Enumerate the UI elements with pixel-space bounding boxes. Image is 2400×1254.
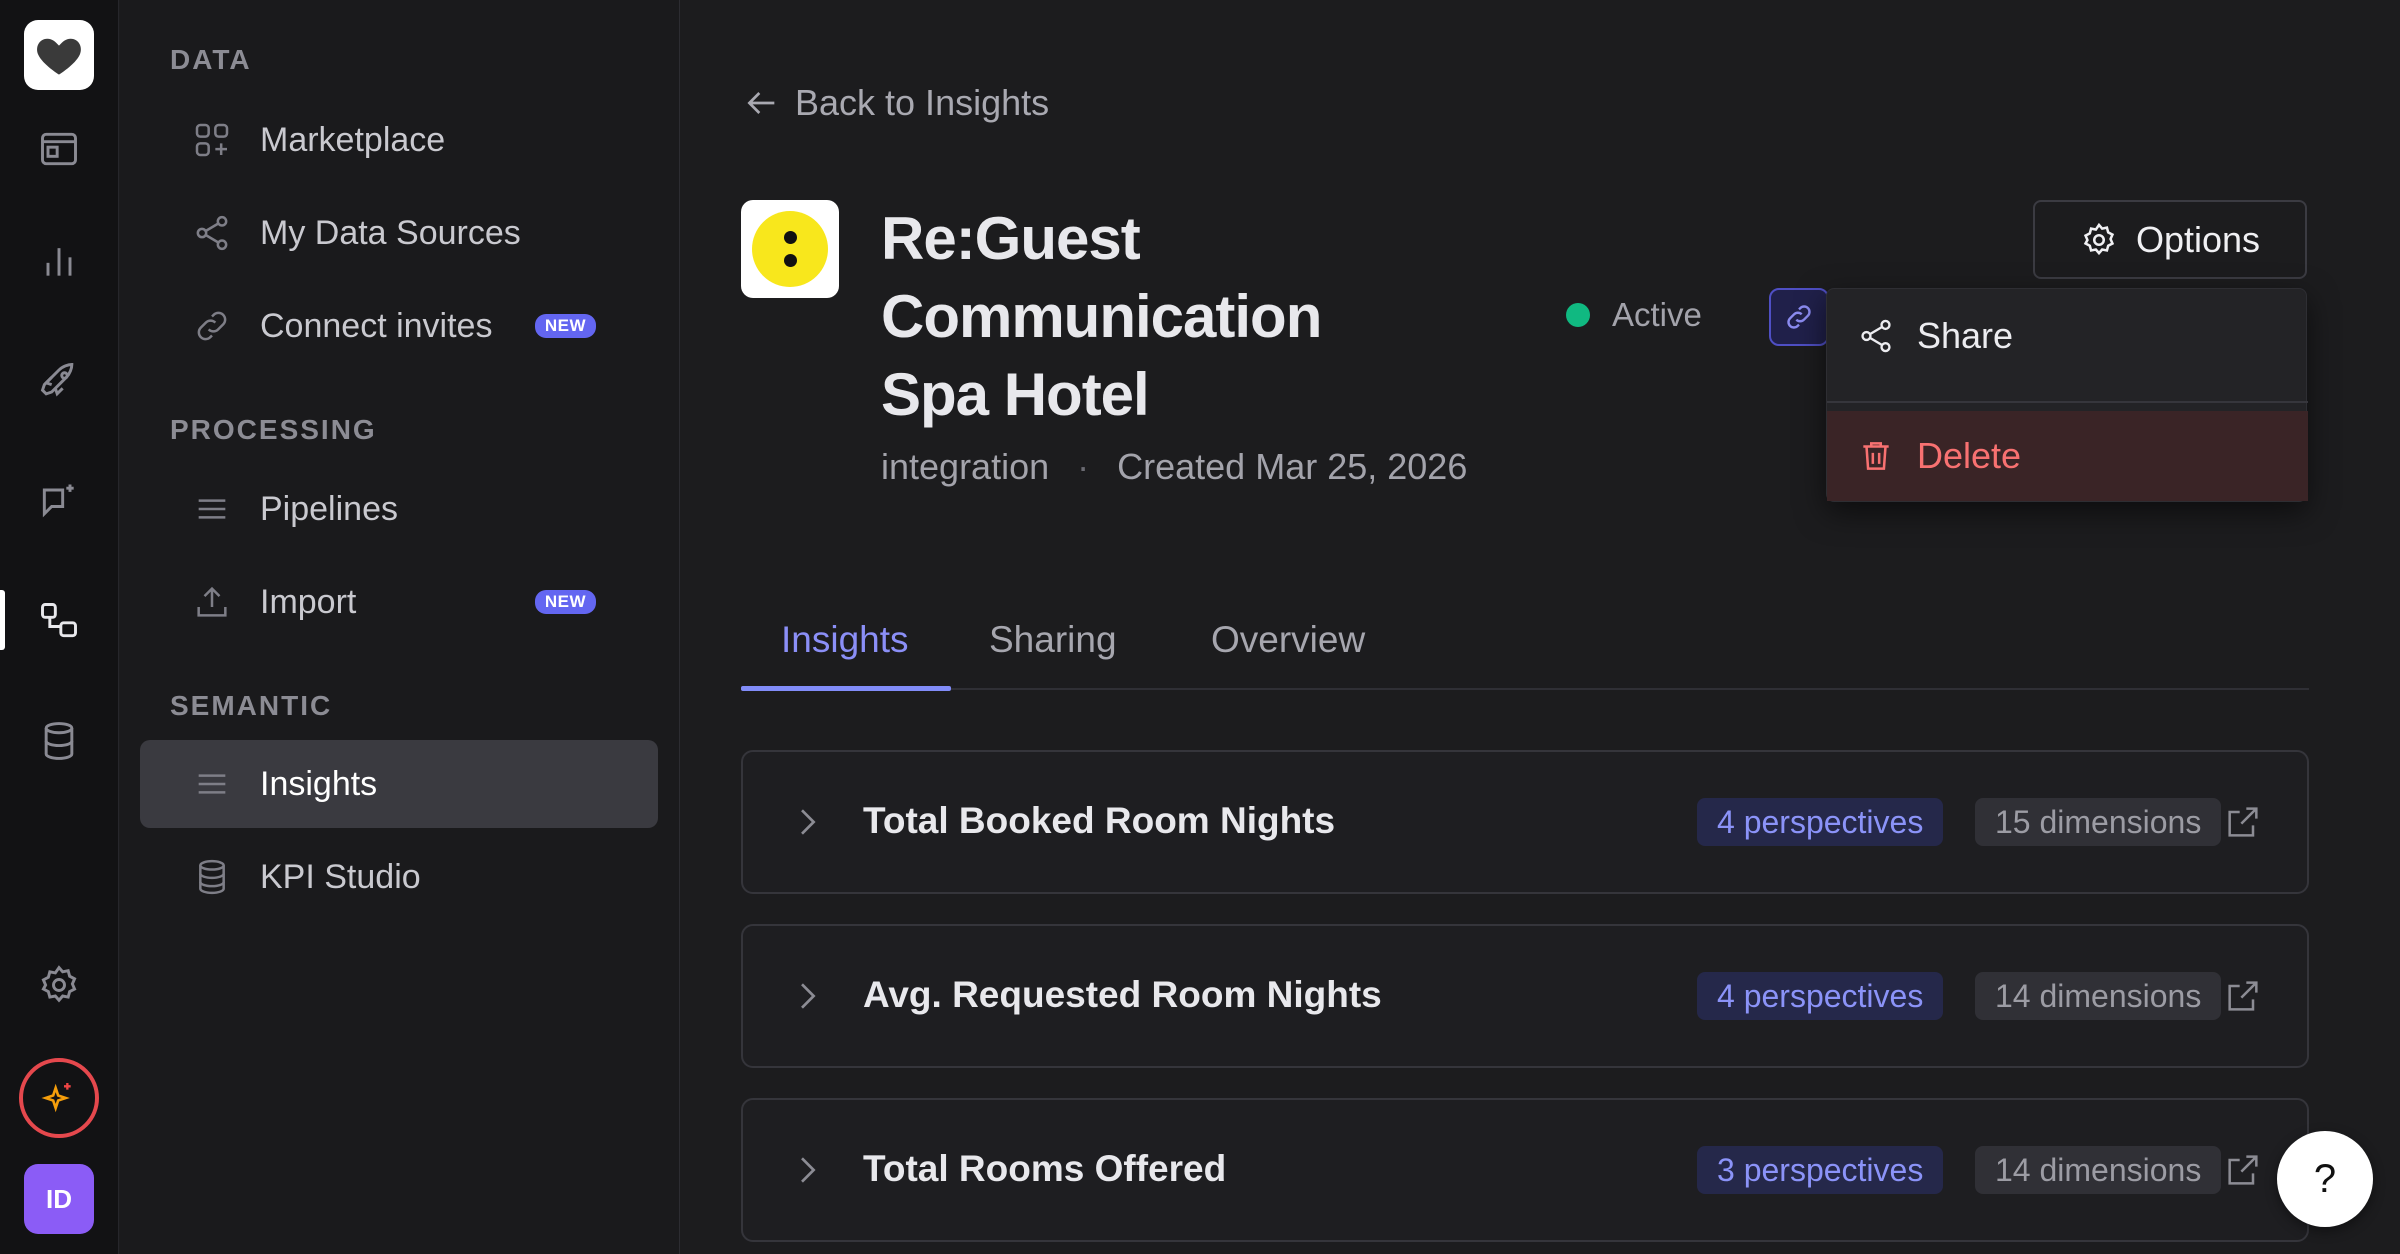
meta-separator: · xyxy=(1077,446,1090,487)
menu-item-label: Delete xyxy=(1917,435,2022,476)
tab-overview[interactable]: Overview xyxy=(1171,590,1405,690)
options-label: Options xyxy=(2135,218,2261,260)
options-button[interactable]: Options xyxy=(2033,200,2307,279)
dimensions-badge: 15 dimensions xyxy=(1975,798,2222,846)
gear-icon[interactable] xyxy=(20,946,98,1024)
insight-title: Total Rooms Offered xyxy=(863,1148,1227,1189)
options-dropdown-menu: Share Delete xyxy=(1826,288,2308,502)
nav-item-label: Insights xyxy=(260,764,378,803)
nav-item-label: Connect invites xyxy=(260,306,493,345)
lines-icon xyxy=(192,489,232,529)
trash-icon xyxy=(1863,442,1889,470)
nav-item-label: My Data Sources xyxy=(260,213,521,252)
tab-label: Overview xyxy=(1211,619,1366,660)
nav-item-label: Marketplace xyxy=(260,120,446,159)
menu-divider xyxy=(1827,401,2308,403)
menu-item-share[interactable]: Share xyxy=(1827,289,2308,383)
nav-item-my-data-sources[interactable]: My Data Sources xyxy=(140,189,658,277)
new-badge: NEW xyxy=(534,314,596,338)
nav-item-marketplace[interactable]: Marketplace xyxy=(140,96,658,184)
entity-created: Created Mar 25, 2026 xyxy=(1117,446,1468,487)
external-link-icon[interactable] xyxy=(2223,1150,2263,1190)
back-to-insights-link[interactable]: Back to Insights xyxy=(741,82,1049,124)
share-nodes-icon xyxy=(1861,319,1891,353)
grid-plus-icon xyxy=(192,120,232,160)
insight-card[interactable]: Avg. Requested Room Nights 4 perspective… xyxy=(741,924,2309,1068)
insight-title: Avg. Requested Room Nights xyxy=(863,974,1382,1015)
avatar[interactable]: ID xyxy=(24,1164,94,1234)
rail-active-indicator xyxy=(0,590,5,650)
upload-icon xyxy=(192,582,232,622)
perspectives-badge: 4 perspectives xyxy=(1697,798,1944,846)
status-label: Active xyxy=(1612,296,1702,333)
external-link-icon[interactable] xyxy=(2223,802,2263,842)
heart-logo-icon[interactable] xyxy=(24,20,94,90)
window-icon[interactable] xyxy=(20,110,98,188)
bar-chart-icon[interactable] xyxy=(20,222,98,300)
nav-section-semantic: SEMANTIC xyxy=(170,690,333,721)
nav-item-kpi-studio[interactable]: KPI Studio xyxy=(140,833,658,921)
insight-title: Total Booked Room Nights xyxy=(863,800,1336,841)
tab-insights[interactable]: Insights xyxy=(741,590,949,690)
dimensions-badge: 14 dimensions xyxy=(1975,1146,2222,1194)
icon-rail: ID xyxy=(0,0,119,1254)
tab-sharing[interactable]: Sharing xyxy=(949,590,1157,690)
tab-bar: Insights Sharing Overview xyxy=(741,590,2309,691)
entity-logo xyxy=(741,200,839,298)
share-nodes-icon xyxy=(192,213,232,253)
nav-item-connect-invites[interactable]: Connect invites NEW xyxy=(140,282,658,370)
database-icon xyxy=(192,857,232,897)
perspectives-badge: 3 perspectives xyxy=(1697,1146,1944,1194)
chevron-right-icon[interactable] xyxy=(787,976,827,1016)
nav-panel: DATA Marketplace My Data Sources Connect… xyxy=(120,0,680,1254)
chevron-right-icon[interactable] xyxy=(787,802,827,842)
database-icon[interactable] xyxy=(20,702,98,780)
link-icon xyxy=(192,306,232,346)
insight-card[interactable]: Total Rooms Offered 3 perspectives 14 di… xyxy=(741,1098,2309,1242)
tab-label: Insights xyxy=(781,619,909,660)
status-dot-icon xyxy=(1566,303,1590,327)
chat-sparkle-icon[interactable] xyxy=(20,462,98,540)
back-link-label: Back to Insights xyxy=(795,82,1050,123)
ai-assistant-button[interactable] xyxy=(19,1058,99,1138)
nav-item-label: Import xyxy=(260,582,357,621)
nav-item-insights[interactable]: Insights xyxy=(140,740,658,828)
menu-item-label: Share xyxy=(1917,315,2014,356)
arrow-left-icon xyxy=(747,92,775,114)
insight-card[interactable]: Total Booked Room Nights 4 perspectives … xyxy=(741,750,2309,894)
rocket-icon[interactable] xyxy=(20,342,98,420)
nav-section-data: DATA xyxy=(170,44,252,75)
nav-item-label: KPI Studio xyxy=(260,857,421,896)
page-title: Re:Guest Communication Spa Hotel xyxy=(881,205,1322,428)
chevron-right-icon[interactable] xyxy=(787,1150,827,1190)
nav-item-label: Pipelines xyxy=(260,489,398,528)
sparkle-icon xyxy=(41,1083,71,1113)
perspectives-badge: 4 perspectives xyxy=(1697,972,1944,1020)
help-button[interactable]: ? xyxy=(2277,1131,2373,1227)
app-root: ID DATA Marketplace My Data Sources Conn… xyxy=(0,0,2400,1254)
flow-icon[interactable] xyxy=(20,582,98,660)
new-badge: NEW xyxy=(534,590,596,614)
tab-active-underline xyxy=(741,686,951,691)
integration-logo-icon xyxy=(752,211,828,287)
link-chip-button[interactable] xyxy=(1769,288,1829,346)
entity-type: integration xyxy=(881,446,1050,487)
main-content: Back to Insights Re:Guest Communication … xyxy=(681,0,2400,1254)
entity-meta: integration · Created Mar 25, 2026 xyxy=(881,446,1467,488)
nav-section-processing: PROCESSING xyxy=(170,414,377,445)
menu-item-delete[interactable]: Delete xyxy=(1827,411,2308,501)
gear-icon xyxy=(2083,222,2115,255)
dimensions-badge: 14 dimensions xyxy=(1975,972,2222,1020)
tab-label: Sharing xyxy=(989,619,1117,660)
nav-item-pipelines[interactable]: Pipelines xyxy=(140,465,658,553)
lines-icon xyxy=(192,764,232,804)
link-icon xyxy=(1787,305,1811,329)
status-badge: Active xyxy=(1566,296,1702,334)
nav-item-import[interactable]: Import NEW xyxy=(140,558,658,646)
external-link-icon[interactable] xyxy=(2223,976,2263,1016)
